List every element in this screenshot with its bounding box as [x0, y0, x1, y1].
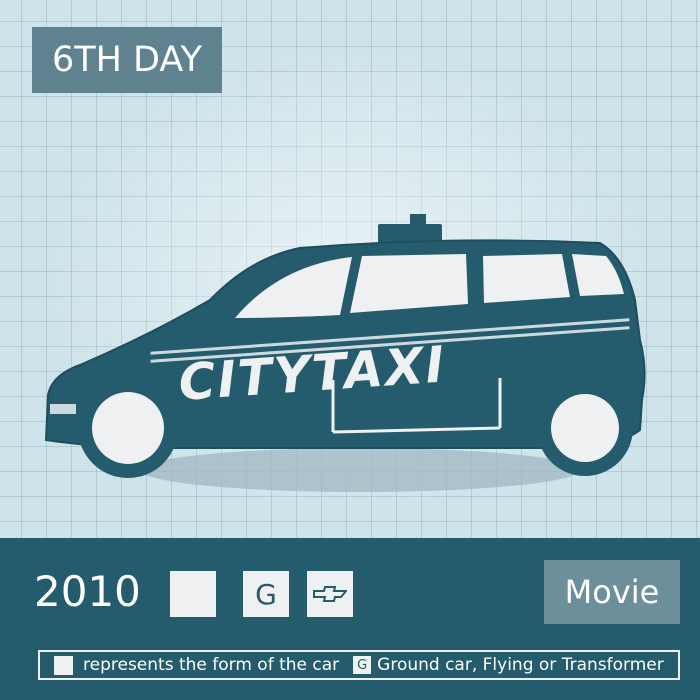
category-badge: G: [243, 571, 289, 617]
taxi-car-illustration: CITYTAXI: [44, 214, 646, 492]
square-icon: [170, 571, 216, 617]
square-icon: [54, 655, 73, 675]
type-badge: Movie: [544, 560, 680, 624]
front-wheel: [537, 380, 633, 476]
release-year: 2010: [34, 567, 141, 616]
middle-window: [350, 254, 468, 313]
legend-form-text: represents the form of the car: [83, 655, 340, 675]
chevrolet-bowtie-icon: [307, 571, 353, 617]
car-shadow: [140, 448, 580, 492]
rear-wheel: [78, 378, 178, 478]
legend-category-badge: G: [353, 656, 372, 674]
legend-category-text: Ground car, Flying or Transformer: [377, 655, 664, 675]
movie-car-card: 6TH DAY CITYTAXI 2010 G Movie represents…: [0, 0, 700, 700]
legend-box: represents the form of the car G Ground …: [38, 650, 680, 680]
front-window: [483, 254, 570, 303]
